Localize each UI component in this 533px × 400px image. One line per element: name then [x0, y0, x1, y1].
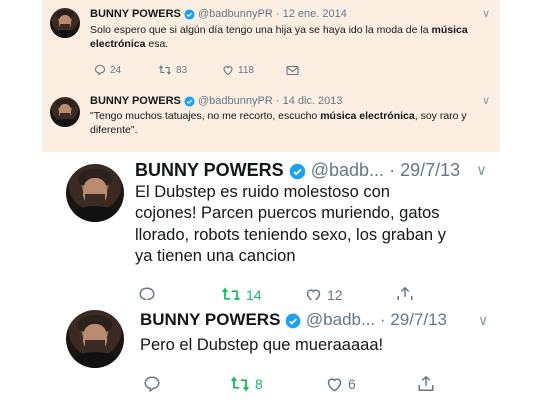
chevron-down-icon[interactable]: ∨ — [482, 94, 490, 107]
tweet-date[interactable]: 14 dic. 2013 — [283, 95, 343, 107]
reply-button[interactable] — [143, 375, 229, 393]
separator-dot: · — [389, 160, 396, 180]
tweet-date[interactable]: 12 ene. 2014 — [283, 8, 347, 20]
reply-icon — [144, 375, 160, 392]
chevron-down-icon[interactable]: ∨ — [476, 161, 487, 179]
retweet-count: 8 — [255, 375, 263, 392]
like-count: 6 — [348, 375, 356, 392]
dm-button[interactable] — [286, 65, 299, 76]
reply-button[interactable]: 24 — [94, 64, 158, 76]
user-name[interactable]: BUNNY POWERS — [140, 310, 280, 329]
user-handle[interactable]: @badb... — [311, 160, 384, 180]
tweet-text: El Dubstep es ruido molestoso con cojone… — [135, 183, 446, 266]
tweet-text: Pero el Dubstep que muerаааaa! — [140, 336, 384, 354]
mail-icon — [286, 65, 299, 75]
like-button[interactable]: 118 — [222, 64, 286, 76]
tweet-text: Solo espero que si algún día tengo una h… — [90, 24, 468, 50]
user-name[interactable]: BUNNY POWERS — [135, 160, 284, 180]
separator-dot: · — [275, 8, 280, 20]
verified-badge-icon — [285, 313, 301, 328]
retweet-button[interactable]: 8 — [229, 375, 325, 393]
retweet-count: 83 — [176, 64, 188, 76]
like-count: 118 — [238, 64, 254, 76]
reply-icon — [94, 64, 106, 76]
user-handle[interactable]: @badb... — [306, 310, 375, 329]
user-handle[interactable]: @badbunnyPR — [198, 8, 273, 20]
tweet-card-4[interactable]: BUNNY POWERS @badb... · 29/7/13 ∨ Pero e… — [0, 300, 533, 400]
reply-count: 24 — [110, 64, 122, 76]
tweet-card-1[interactable]: BUNNY POWERS @badbunnyPR · 12 ene. 2014 … — [42, 0, 500, 88]
separator-dot: · — [379, 310, 386, 329]
user-name[interactable]: BUNNY POWERS — [90, 8, 181, 20]
tweet-card-3[interactable]: BUNNY POWERS @badb... · 29/7/13 ∨ El Dub… — [0, 152, 533, 303]
avatar[interactable] — [50, 8, 80, 38]
avatar[interactable] — [66, 310, 124, 368]
avatar[interactable] — [66, 164, 124, 222]
retweet-icon — [231, 376, 249, 391]
share-button[interactable] — [417, 374, 435, 393]
like-button[interactable]: 6 — [325, 375, 417, 393]
heart-icon — [223, 66, 233, 76]
tweet-date[interactable]: 29/7/13 — [400, 160, 460, 180]
chevron-down-icon[interactable]: ∨ — [482, 7, 490, 20]
verified-badge-icon — [184, 9, 195, 20]
retweet-button[interactable]: 83 — [158, 64, 222, 76]
avatar[interactable] — [50, 97, 80, 127]
separator-dot: · — [275, 95, 280, 107]
chevron-down-icon[interactable]: ∨ — [478, 312, 488, 329]
user-handle[interactable]: @badbunnyPR — [198, 95, 273, 107]
verified-badge-icon — [184, 96, 195, 107]
tweet-date[interactable]: 29/7/13 — [390, 310, 447, 329]
heart-icon — [327, 377, 342, 392]
tweet-text: "Tengo muchos tatuajes, no me recorto, e… — [90, 110, 467, 136]
tweet-card-2[interactable]: BUNNY POWERS @badbunnyPR · 14 dic. 2013 … — [42, 88, 500, 152]
verified-badge-icon — [289, 163, 305, 180]
share-icon — [418, 375, 434, 391]
user-name[interactable]: BUNNY POWERS — [90, 95, 181, 107]
retweet-icon — [159, 65, 171, 75]
